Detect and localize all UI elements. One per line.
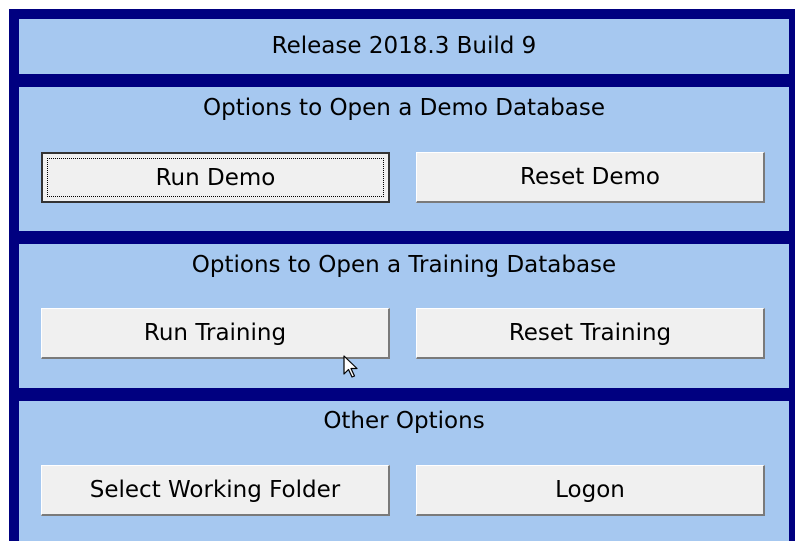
reset-demo-label: Reset Demo <box>520 164 660 190</box>
other-options-panel: Other Options Select Working Folder Logo… <box>19 401 789 541</box>
demo-panel: Options to Open a Demo Database Run Demo… <box>19 87 789 231</box>
demo-section-title: Options to Open a Demo Database <box>203 95 605 121</box>
reset-demo-button[interactable]: Reset Demo <box>416 152 765 203</box>
logon-label: Logon <box>555 477 625 503</box>
training-panel: Options to Open a Training Database Run … <box>19 244 789 388</box>
select-working-folder-label: Select Working Folder <box>89 477 341 503</box>
logon-button[interactable]: Logon <box>416 465 765 516</box>
release-panel: Release 2018.3 Build 9 <box>19 19 789 74</box>
release-label: Release 2018.3 Build 9 <box>271 33 537 59</box>
other-section-title: Other Options <box>323 408 485 434</box>
run-training-button[interactable]: Run Training <box>41 308 390 359</box>
run-demo-label: Run Demo <box>155 164 276 191</box>
launcher-frame: Release 2018.3 Build 9 Options to Open a… <box>9 9 795 541</box>
run-training-label: Run Training <box>143 320 287 346</box>
select-working-folder-button[interactable]: Select Working Folder <box>41 465 390 516</box>
run-demo-button[interactable]: Run Demo <box>41 152 390 203</box>
reset-training-label: Reset Training <box>508 320 672 346</box>
mouse-pointer-icon <box>343 355 358 378</box>
training-section-title: Options to Open a Training Database <box>191 252 617 278</box>
reset-training-button[interactable]: Reset Training <box>416 308 765 359</box>
